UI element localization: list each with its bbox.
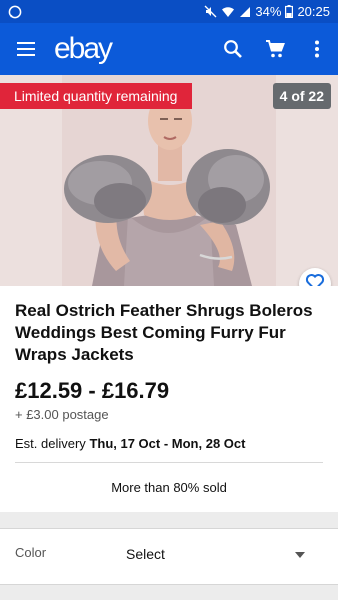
whatsapp-icon: [8, 5, 22, 19]
listing-info: Real Ostrich Feather Shrugs Boleros Wedd…: [0, 286, 338, 512]
image-counter: 4 of 22: [272, 83, 331, 109]
price: £12.59 - £16.79: [15, 378, 170, 403]
status-bar: 34% 20:25: [0, 0, 338, 23]
app-header: ebay: [0, 23, 338, 75]
menu-icon[interactable]: [0, 23, 52, 75]
battery-icon: [285, 5, 294, 18]
listing-title: Real Ostrich Feather Shrugs Boleros Wedd…: [15, 301, 313, 364]
dropdown-arrow-icon[interactable]: [295, 552, 305, 558]
battery-percent: 34%: [255, 4, 282, 19]
postage: + £3.00 postage: [15, 407, 109, 422]
mute-icon: [204, 5, 217, 18]
wifi-icon: [221, 6, 235, 18]
more-vert-icon[interactable]: [296, 23, 338, 75]
color-selector[interactable]: Color Select: [0, 528, 338, 585]
product-image-gallery[interactable]: Limited quantity remaining 4 of 22: [0, 75, 338, 286]
ebay-logo[interactable]: ebay: [54, 32, 113, 66]
signal-icon: [239, 6, 251, 18]
color-label: Color: [15, 545, 47, 560]
cart-icon[interactable]: [254, 23, 296, 75]
clock: 20:25: [297, 4, 330, 19]
delivery-label: Est. delivery: [15, 436, 86, 451]
estimated-delivery: Est. delivery Thu, 17 Oct - Mon, 28 Oct: [15, 436, 245, 451]
search-icon[interactable]: [212, 23, 254, 75]
delivery-dates: Thu, 17 Oct - Mon, 28 Oct: [89, 436, 246, 451]
sold-status: More than 80% sold: [111, 480, 227, 495]
divider: [15, 462, 323, 463]
color-select-value[interactable]: Select: [126, 546, 165, 562]
limited-quantity-badge: Limited quantity remaining: [0, 83, 193, 109]
